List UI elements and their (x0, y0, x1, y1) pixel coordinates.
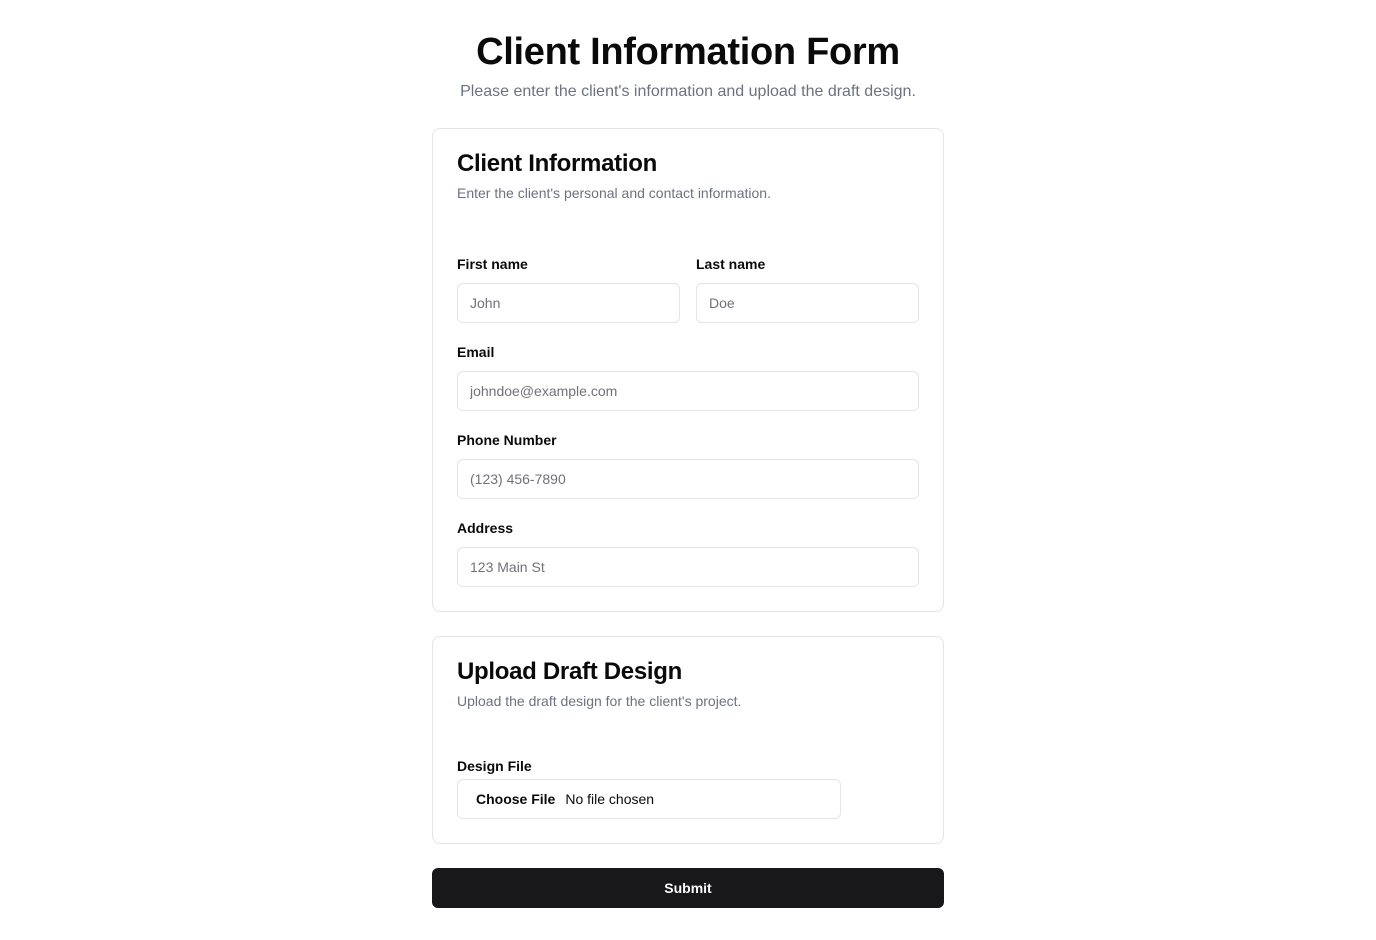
upload-draft-design-card: Upload Draft Design Upload the draft des… (432, 636, 944, 844)
phone-number-label: Phone Number (457, 432, 557, 448)
phone-number-input[interactable] (457, 459, 919, 499)
submit-button[interactable]: Submit (432, 868, 944, 908)
design-file-input[interactable]: Choose File No file chosen (457, 779, 841, 819)
email-label: Email (457, 344, 495, 360)
address-input[interactable] (457, 547, 919, 587)
upload-draft-design-title: Upload Draft Design (457, 658, 682, 685)
email-input[interactable] (457, 371, 919, 411)
address-label: Address (457, 520, 514, 536)
choose-file-button[interactable]: Choose File (476, 791, 555, 807)
client-information-description: Enter the client's personal and contact … (457, 185, 771, 201)
client-information-title: Client Information (457, 150, 657, 177)
page-title: Client Information Form (476, 31, 900, 73)
last-name-label: Last name (696, 256, 766, 272)
first-name-input[interactable] (457, 283, 680, 323)
client-form-page: Client Information Form Please enter the… (0, 0, 1376, 940)
file-status-text: No file chosen (565, 791, 655, 807)
last-name-input[interactable] (696, 283, 919, 323)
page-subtitle: Please enter the client's information an… (460, 83, 916, 100)
client-information-card: Client Information Enter the client's pe… (432, 128, 944, 612)
design-file-label: Design File (457, 758, 532, 774)
first-name-label: First name (457, 256, 528, 272)
upload-draft-design-description: Upload the draft design for the client's… (457, 693, 742, 709)
